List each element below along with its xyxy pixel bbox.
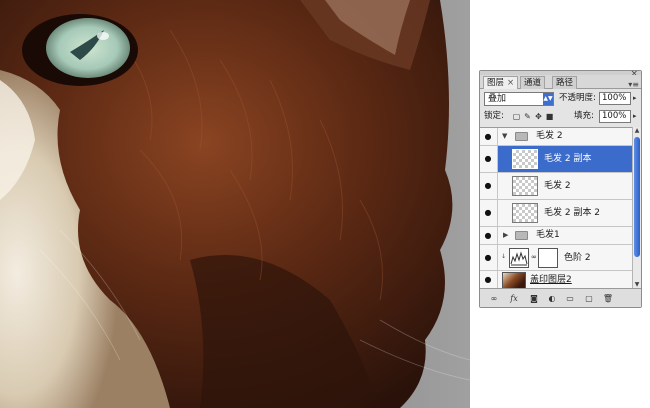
tab-paths-label: 路径 [556,78,574,88]
link-layers-icon[interactable]: ∞ [488,293,500,304]
layer-thumbnail [512,203,538,223]
layers-list: ● ▼ 毛发 2 ● 毛发 2 副本 ● 毛发 2 ● 毛发 2 副本 2 ● … [480,127,641,290]
panel-tab-row: 图层 × 通道 路径 ▾≡ [480,75,641,89]
blend-row: 叠加 ▲▼ 不透明度: 100% ▸ [480,90,641,107]
layer-fur2[interactable]: ● 毛发 2 [480,173,632,200]
layer-name: 毛发 2 [544,181,571,191]
new-group-icon[interactable]: ▭ [564,293,576,304]
folder-icon [515,231,528,240]
scroll-up-icon[interactable]: ▲ [633,127,641,135]
tab-layers-label: 图层 [487,78,505,88]
layer-fur2-copy2[interactable]: ● 毛发 2 副本 2 [480,200,632,227]
adjustment-layer-icon[interactable]: ◐ [546,293,558,304]
trash-icon[interactable]: 🗑 [602,293,614,304]
clip-arrow-icon: ↓ [501,253,507,260]
layers-scrollbar[interactable]: ▲ ▼ [632,127,641,289]
chevron-down-icon: ▲▼ [543,93,553,105]
new-layer-icon[interactable]: ▢ [583,293,595,304]
blend-mode-value: 叠加 [488,94,507,104]
expand-triangle-icon[interactable]: ▶ [503,231,508,239]
layer-name: 毛发 2 副本 [544,154,592,164]
lock-image-icon[interactable]: ✎ [523,112,532,121]
lock-row: 锁定: ▢ ✎ ✥ ■ 填充: 100% ▸ [480,108,641,125]
layer-thumbnail [502,272,526,289]
layer-name: 毛发 2 [536,131,563,141]
lock-all-icon[interactable]: ■ [545,112,554,121]
opacity-arrow-icon[interactable]: ▸ [633,94,637,102]
histogram-icon [509,248,529,268]
scroll-thumb[interactable] [634,137,640,257]
tab-paths[interactable]: 路径 [552,76,578,89]
layer-mask-thumbnail [538,248,558,268]
lock-label: 锁定: [484,111,504,121]
layer-fur2-copy[interactable]: ● 毛发 2 副本 [480,146,632,173]
panel-menu-icon[interactable]: ▾≡ [628,80,639,89]
link-chain-icon[interactable]: ∞ [531,253,537,261]
opacity-label: 不透明度: [559,93,596,103]
lock-transparent-icon[interactable]: ▢ [512,112,521,121]
layer-levels2[interactable]: ● ↓ ∞ 色阶 2 [480,245,632,271]
eye-icon[interactable]: ● [482,181,494,191]
fill-field[interactable]: 100% [599,110,631,123]
fx-icon[interactable]: fx [508,293,520,304]
layer-group-fur2[interactable]: ● ▼ 毛发 2 [480,128,632,146]
tab-channels[interactable]: 通道 [520,76,546,89]
tab-layers[interactable]: 图层 × [483,76,519,89]
add-mask-icon[interactable]: ◙ [528,293,540,304]
lock-position-icon[interactable]: ✥ [534,112,543,121]
eye-icon[interactable]: ● [482,132,494,142]
expand-triangle-icon[interactable]: ▼ [502,132,507,140]
blend-mode-select[interactable]: 叠加 ▲▼ [484,92,554,106]
eye-icon[interactable]: ● [482,208,494,218]
layer-thumbnail [512,176,538,196]
opacity-field[interactable]: 100% [599,92,631,105]
layer-name: 色阶 2 [564,253,591,263]
folder-icon [515,132,528,141]
layers-panel: × 图层 × 通道 路径 ▾≡ 叠加 ▲▼ 不透明度: 100% ▸ 锁定: ▢ … [479,69,642,308]
eye-icon[interactable]: ● [482,154,494,164]
tab-close-icon[interactable]: × [507,78,514,88]
document-canvas[interactable] [0,0,470,408]
fill-arrow-icon[interactable]: ▸ [633,112,637,120]
eye-icon[interactable]: ● [482,253,494,263]
eye-icon[interactable]: ● [482,231,494,241]
layer-group-fur1[interactable]: ● ▶ 毛发1 [480,227,632,245]
layer-name: 毛发 2 副本 2 [544,208,601,218]
layers-bottom-toolbar: ∞ fx ◙ ◐ ▭ ▢ 🗑 [480,288,641,307]
layer-name: 毛发1 [536,230,560,240]
eye-icon[interactable]: ● [482,275,494,285]
layer-name: 盖印图层2 [530,275,572,285]
tab-channels-label: 通道 [524,78,542,88]
layer-thumbnail [512,149,538,169]
cat-fur-artwork [0,0,470,408]
fill-label: 填充: [574,111,594,121]
